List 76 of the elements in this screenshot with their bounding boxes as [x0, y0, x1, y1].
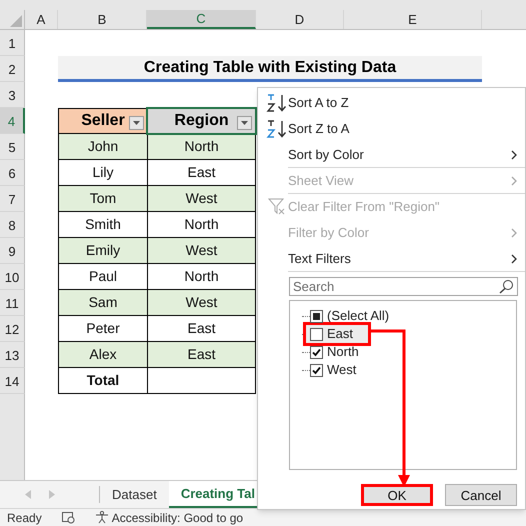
table-cell: North [147, 264, 256, 290]
row-header[interactable]: 4 [0, 108, 25, 134]
row-header[interactable]: 5 [0, 134, 25, 160]
option-label: East [327, 325, 354, 344]
option-label: West [327, 361, 356, 380]
column-header[interactable]: A [25, 10, 58, 29]
chevron-right-icon [511, 176, 517, 186]
checkbox[interactable] [310, 364, 323, 376]
table-cell: Total [58, 368, 147, 394]
option-label: (Select All) [327, 307, 390, 326]
table-cell: East [147, 342, 256, 368]
row-header[interactable]: 8 [0, 212, 25, 238]
table-cell: Peter [58, 316, 147, 342]
column-header[interactable]: D [256, 10, 344, 29]
table-cell: Lily [58, 160, 147, 186]
table-cell: Alex [58, 342, 147, 368]
menu-item[interactable]: Sort Z to A [258, 116, 525, 142]
caret-icon [241, 121, 248, 125]
table-cell: Tom [58, 186, 147, 212]
table-cell: Smith [58, 212, 147, 238]
table-cell: East [147, 316, 256, 342]
row-header[interactable]: 2 [0, 56, 25, 82]
row-header[interactable]: 13 [0, 342, 25, 368]
sheet-tab[interactable]: Dataset [100, 481, 169, 508]
menu-item[interactable]: Sort A to Z [258, 90, 525, 116]
sort-descending-icon [266, 119, 288, 139]
filter-dropdown-button[interactable] [237, 116, 252, 130]
filter-option[interactable]: North [310, 343, 363, 361]
option-label: North [327, 343, 359, 362]
row-header[interactable]: 6 [0, 160, 25, 186]
checkbox[interactable] [310, 346, 323, 358]
table-cell: West [147, 290, 256, 316]
chevron-right-icon [511, 228, 517, 238]
checkbox[interactable] [310, 328, 323, 340]
row-header[interactable]: 9 [0, 238, 25, 264]
menu-item[interactable]: Sort by Color [258, 142, 525, 168]
dialog-button[interactable]: Cancel [445, 484, 517, 506]
caret-icon [133, 121, 140, 125]
table-cell: West [147, 238, 256, 264]
table-cell: Sam [58, 290, 147, 316]
search-icon [499, 279, 514, 294]
filter-option[interactable]: (Select All) [310, 307, 394, 325]
table-cell: Paul [58, 264, 147, 290]
chevron-right-icon [511, 150, 517, 160]
table-cell: North [147, 134, 256, 160]
menu-item[interactable]: Text Filters [258, 246, 525, 272]
chevron-right-icon [511, 254, 517, 264]
status-text: Ready [7, 510, 42, 526]
row-header[interactable]: 10 [0, 264, 25, 290]
row-header[interactable]: 1 [0, 30, 25, 56]
accessibility-icon[interactable] [94, 511, 109, 524]
checkbox[interactable] [310, 310, 323, 322]
row-header[interactable]: 3 [0, 82, 25, 108]
macro-recording-icon[interactable] [62, 512, 75, 524]
header-label: Region [174, 111, 229, 131]
table-cell: Emily [58, 238, 147, 264]
title-cell: Creating Table with Existing Data [58, 56, 482, 82]
search-field[interactable]: Search [289, 277, 518, 296]
filter-option[interactable]: East [306, 325, 368, 343]
filter-dropdown-button[interactable] [129, 116, 144, 130]
sort-ascending-icon [266, 93, 288, 113]
accessibility-status[interactable]: Accessibility: Good to go [112, 508, 244, 526]
header-label: Seller [81, 111, 125, 131]
row-header[interactable]: 12 [0, 316, 25, 342]
row-header[interactable]: 7 [0, 186, 25, 212]
table-cell: East [147, 160, 256, 186]
clear-filter-icon [268, 198, 286, 216]
table-cell: North [147, 212, 256, 238]
table-cell: John [58, 134, 147, 160]
column-header[interactable]: E [344, 10, 482, 29]
table-cell: West [147, 186, 256, 212]
row-header[interactable]: 14 [0, 368, 25, 394]
dialog-button[interactable]: OK [361, 484, 433, 506]
filter-option[interactable]: West [310, 361, 360, 379]
column-header[interactable]: C [147, 10, 256, 29]
row-header[interactable]: 11 [0, 290, 25, 316]
